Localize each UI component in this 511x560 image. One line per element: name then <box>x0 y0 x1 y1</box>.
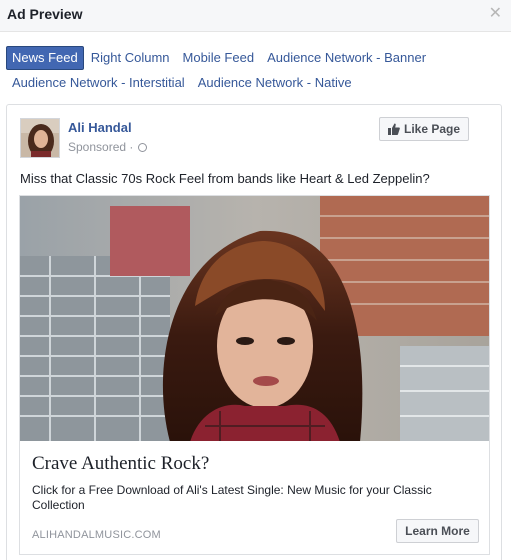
learn-more-button[interactable]: Learn More <box>396 519 479 543</box>
link-description: Click for a Free Download of Ali's Lates… <box>32 483 432 512</box>
ad-preview-dialog: Ad Preview ✕ News Feed Right Column Mobi… <box>0 0 511 560</box>
tab-mobile-feed[interactable]: Mobile Feed <box>177 46 261 70</box>
link-domain: ALIHANDALMUSIC.COM <box>32 529 161 541</box>
sponsored-text: Sponsored · <box>68 140 134 154</box>
tab-audience-network-interstitial[interactable]: Audience Network - Interstitial <box>6 71 191 95</box>
like-page-label: Like Page <box>403 122 461 136</box>
ad-message: Miss that Classic 70s Rock Feel from ban… <box>20 171 430 186</box>
tab-news-feed[interactable]: News Feed <box>6 45 84 70</box>
like-page-button[interactable]: Like Page <box>379 117 469 141</box>
ad-photo <box>20 196 489 441</box>
link-title[interactable]: Crave Authentic Rock? <box>32 453 209 475</box>
tab-row: Audience Network - Interstitial Audience… <box>6 70 506 95</box>
sponsored-label: Sponsored · <box>68 140 148 154</box>
tab-audience-network-native[interactable]: Audience Network - Native <box>192 71 358 95</box>
dialog-header: Ad Preview ✕ <box>0 0 511 32</box>
link-preview[interactable]: Crave Authentic Rock? Click for a Free D… <box>19 441 490 555</box>
thumbs-up-icon <box>387 123 400 135</box>
page-name-link[interactable]: Ali Handal <box>68 120 132 135</box>
avatar-image <box>21 119 59 157</box>
tab-audience-network-banner[interactable]: Audience Network - Banner <box>261 46 432 70</box>
tab-row: News Feed Right Column Mobile Feed Audie… <box>6 45 506 70</box>
tab-right-column[interactable]: Right Column <box>85 46 176 70</box>
globe-icon <box>138 142 148 152</box>
close-icon[interactable]: ✕ <box>489 6 502 22</box>
ad-card: Ali Handal Sponsored · Like Page Miss th… <box>6 104 502 560</box>
dialog-title: Ad Preview <box>7 6 83 22</box>
placement-tabs: News Feed Right Column Mobile Feed Audie… <box>6 45 506 95</box>
avatar[interactable] <box>20 118 60 158</box>
ad-image[interactable] <box>19 195 490 441</box>
